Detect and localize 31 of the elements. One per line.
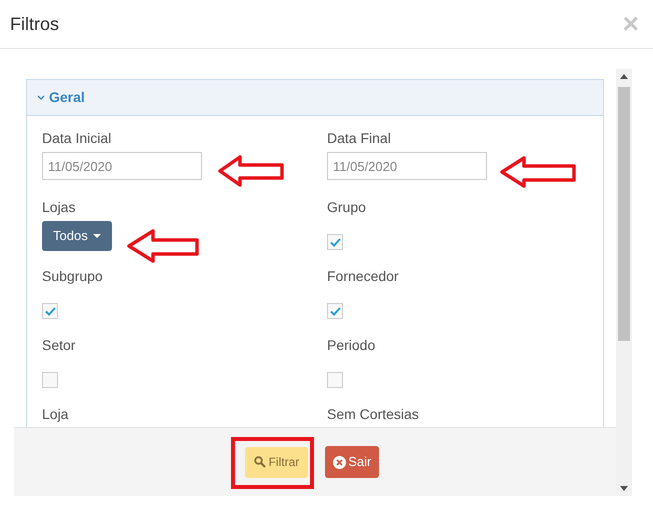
close-circle-icon bbox=[333, 456, 346, 468]
field-label: Sem Cortesias bbox=[327, 405, 419, 424]
field-label: Data Inicial bbox=[42, 129, 112, 148]
exit-button[interactable]: Sair bbox=[325, 446, 380, 478]
field-label: Grupo bbox=[327, 198, 366, 217]
field-label: Lojas bbox=[42, 198, 76, 217]
date-field[interactable]: 11/05/2020 bbox=[327, 152, 487, 180]
date-field[interactable]: 11/05/2020 bbox=[42, 152, 202, 180]
field-label: Periodo bbox=[327, 336, 376, 355]
annotation-arrow bbox=[218, 155, 284, 187]
scroll-down-icon[interactable] bbox=[620, 486, 628, 491]
dropdown-button[interactable]: Todos bbox=[42, 221, 112, 251]
panel-header[interactable]: Geral bbox=[27, 80, 603, 116]
checkbox[interactable] bbox=[42, 372, 58, 388]
field-label: Setor bbox=[42, 336, 76, 355]
field-label: Subgrupo bbox=[42, 267, 103, 286]
filter-button[interactable]: Filtrar bbox=[244, 446, 308, 478]
field-label: Loja bbox=[42, 405, 68, 424]
checkbox[interactable] bbox=[327, 303, 343, 319]
scroll-up-icon[interactable] bbox=[620, 74, 628, 79]
field-label: Data Final bbox=[327, 129, 391, 148]
annotation-arrow bbox=[127, 229, 199, 263]
dialog-title: Filtros bbox=[10, 12, 59, 36]
checkbox[interactable] bbox=[327, 234, 343, 250]
caret-icon bbox=[92, 234, 101, 238]
search-icon bbox=[254, 456, 266, 468]
scrollbar-thumb[interactable] bbox=[618, 87, 630, 341]
field-label: Fornecedor bbox=[327, 267, 399, 286]
scrollbar[interactable] bbox=[616, 69, 632, 496]
checkbox[interactable] bbox=[42, 303, 58, 319]
checkbox[interactable] bbox=[327, 372, 343, 388]
